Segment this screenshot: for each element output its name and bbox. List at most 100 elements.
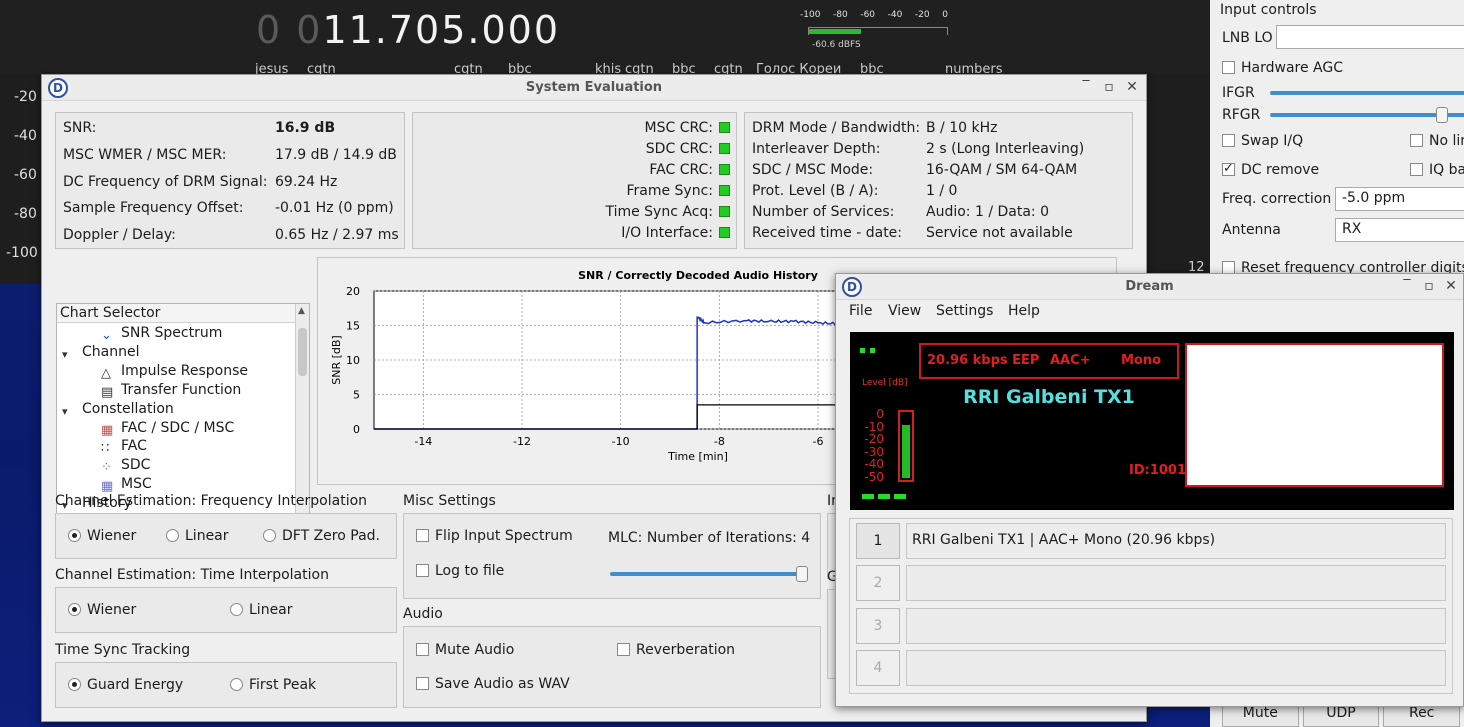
service-row-1[interactable]: 1 RRI Galbeni TX1 | AAC+ Mono (20.96 kbps…: [850, 523, 1446, 561]
time-interp-title: Channel Estimation: Time Interpolation: [55, 567, 329, 583]
rfgr-slider-handle[interactable]: [1436, 107, 1448, 123]
x-tick-label: -10: [612, 435, 630, 448]
dream-window: D Dream ‾ ▫ ✕ File View Settings Help Le…: [835, 273, 1464, 707]
input-controls-title: Input controls: [1220, 2, 1317, 18]
close-icon[interactable]: ✕: [1443, 278, 1459, 294]
meter-fill: [809, 29, 861, 34]
freq-correction-label: Freq. correction: [1222, 191, 1332, 207]
mode-value: B / 10 kHz: [926, 120, 998, 136]
mlc-iterations-slider[interactable]: [610, 566, 808, 582]
service-button-2[interactable]: 2: [856, 565, 900, 601]
minimize-icon[interactable]: ‾: [1399, 278, 1415, 294]
stat-label: Sample Frequency Offset:: [63, 200, 244, 216]
time-sync-status: Time Sync Acq:: [605, 204, 730, 220]
level-tick: -10: [864, 419, 884, 434]
swap-iq-checkbox[interactable]: Swap I/Q: [1222, 133, 1303, 149]
chart-selector-item[interactable]: ▦ FAC / SDC / MSC: [57, 420, 297, 439]
menu-bar: File View Settings Help: [836, 300, 1463, 324]
checkbox-icon[interactable]: [1222, 134, 1235, 147]
maximize-icon[interactable]: ▫: [1101, 79, 1117, 95]
y-tick-label: 5: [353, 389, 360, 402]
close-icon[interactable]: ✕: [1124, 79, 1140, 95]
chart-selector-item[interactable]: ▾ Channel: [57, 344, 297, 363]
spectrum-y-axis: -20 -40 -60 -80 -100: [0, 74, 42, 284]
sysev-title: System Evaluation: [525, 80, 663, 95]
chart-selector-item[interactable]: ▾ Constellation: [57, 401, 297, 420]
no-limits-checkbox[interactable]: No lin: [1410, 133, 1464, 149]
chart-selector-item[interactable]: ⁘ SDC: [57, 457, 297, 476]
dc-remove-checkbox[interactable]: DC remove: [1222, 161, 1320, 178]
checkbox-icon[interactable]: [1410, 163, 1423, 176]
checkbox-checked-icon[interactable]: [1222, 161, 1235, 176]
radio-selected-icon: [68, 529, 81, 542]
wiener-freq-radio[interactable]: Wiener: [68, 528, 136, 544]
antenna-select[interactable]: RX: [1335, 218, 1464, 242]
menu-help[interactable]: Help: [1008, 303, 1040, 319]
level-tick: 0: [876, 407, 884, 421]
minimize-icon[interactable]: ‾: [1078, 79, 1094, 95]
chart-selector-item[interactable]: ▤ Transfer Function: [57, 382, 297, 401]
menu-file[interactable]: File: [849, 303, 872, 319]
flip-spectrum-checkbox[interactable]: Flip Input Spectrum: [416, 528, 573, 544]
dft-zero-pad-radio[interactable]: DFT Zero Pad.: [263, 528, 380, 544]
save-wav-checkbox[interactable]: Save Audio as WAV: [416, 676, 570, 692]
checkbox-icon[interactable]: [1222, 61, 1235, 74]
service-button-1[interactable]: 1: [856, 523, 900, 559]
level-label: Level [dB]: [862, 378, 908, 388]
expand-arrow-icon[interactable]: ▾: [62, 405, 76, 419]
maximize-icon[interactable]: ▫: [1421, 278, 1437, 294]
meter-tick: -80: [833, 10, 848, 20]
frequency-display[interactable]: 0 011.705.000: [256, 8, 560, 52]
chart-selector-item[interactable]: ⌄ SNR Spectrum: [57, 325, 297, 344]
snr-spectrum-icon: ⌄: [101, 328, 112, 343]
station-id: ID:1001: [1129, 463, 1187, 478]
service-row-3[interactable]: 3: [850, 608, 1446, 646]
linear-time-radio[interactable]: Linear: [230, 602, 293, 618]
swap-iq-label: Swap I/Q: [1241, 133, 1304, 149]
dc-remove-label: DC remove: [1241, 162, 1320, 178]
log-to-file-checkbox[interactable]: Log to file: [416, 563, 504, 579]
reverberation-checkbox[interactable]: Reverberation: [617, 642, 735, 658]
menu-settings[interactable]: Settings: [936, 303, 993, 319]
service-row-2[interactable]: 2: [850, 565, 1446, 603]
first-peak-radio[interactable]: First Peak: [230, 677, 316, 693]
scroll-up-icon[interactable]: ▲: [298, 306, 305, 316]
y-tick-label: 20: [346, 285, 360, 298]
mute-audio-checkbox[interactable]: Mute Audio: [416, 642, 514, 658]
time-interp-group: Wiener Linear: [55, 587, 397, 633]
rfgr-slider[interactable]: [1270, 107, 1464, 123]
chart-title: SNR / Correctly Decoded Audio History: [578, 269, 818, 282]
mlc-slider-handle[interactable]: [796, 566, 808, 582]
menu-view[interactable]: View: [888, 303, 921, 319]
dream-titlebar[interactable]: D Dream ‾ ▫ ✕: [836, 274, 1463, 300]
doppler-value: 0.65 Hz / 2.97 ms: [275, 227, 399, 243]
wiener-time-radio[interactable]: Wiener: [68, 602, 136, 618]
lnb-lo-input[interactable]: [1276, 25, 1464, 49]
freq-correction-input[interactable]: -5.0 ppm: [1335, 187, 1464, 211]
service-button-4[interactable]: 4: [856, 650, 900, 686]
chart-selector-item[interactable]: ∷ FAC: [57, 438, 297, 457]
stat-label: SNR:: [63, 120, 97, 136]
channels-label: Mono: [1121, 353, 1162, 368]
sysev-titlebar[interactable]: D System Evaluation ‾ ▫ ✕: [42, 75, 1146, 101]
hardware-agc-label: Hardware AGC: [1241, 60, 1343, 76]
ifgr-slider[interactable]: [1270, 91, 1464, 95]
checkbox-icon[interactable]: [1410, 134, 1423, 147]
chart-selector-item[interactable]: △ Impulse Response: [57, 363, 297, 382]
tree-scroll-thumb[interactable]: [298, 328, 307, 376]
service-button-3[interactable]: 3: [856, 608, 900, 644]
radio-selected-icon: [68, 678, 81, 691]
hardware-agc-checkbox[interactable]: Hardware AGC: [1222, 60, 1343, 76]
dream-status-display: Level [dB] 0 -10 -20 -30 -40 -50 20.96 kbps E…: [850, 332, 1454, 510]
iq-balance-checkbox[interactable]: IQ ba: [1410, 162, 1464, 178]
y-axis-label: -20: [14, 89, 37, 105]
frequency-digits[interactable]: 11.705.000: [322, 8, 560, 52]
radio-icon: [166, 529, 179, 542]
frequency-leading-digits[interactable]: 0 0: [256, 8, 322, 52]
linear-freq-radio[interactable]: Linear: [166, 528, 229, 544]
expand-arrow-icon[interactable]: ▾: [62, 348, 76, 362]
guard-energy-radio[interactable]: Guard Energy: [68, 677, 183, 693]
service-row-4[interactable]: 4: [850, 650, 1446, 688]
ifgr-label: IFGR: [1222, 85, 1255, 101]
radio-icon: [230, 678, 243, 691]
